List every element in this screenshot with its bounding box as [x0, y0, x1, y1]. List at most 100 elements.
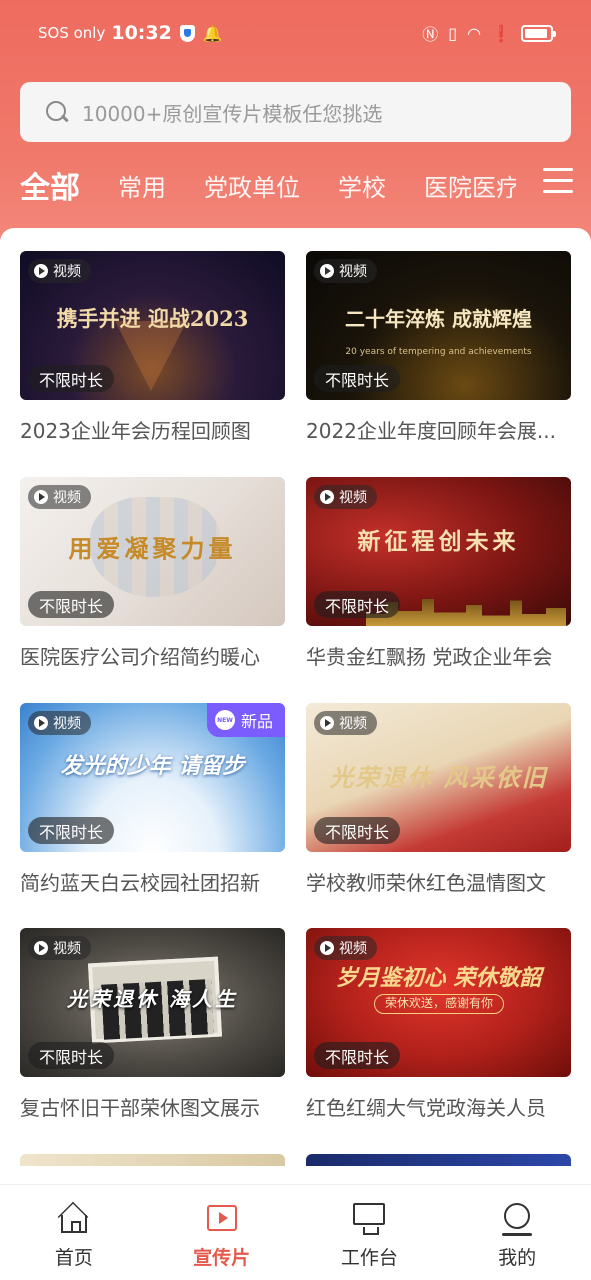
thumbnail-ribbon: 荣休欢送，感谢有你: [374, 994, 504, 1014]
duration-badge: 不限时长: [28, 1042, 115, 1069]
play-icon: [34, 490, 48, 504]
template-thumbnail: 发光的少年 请留步 视频 NEW 新品 不限时长: [20, 703, 285, 852]
play-icon: [34, 941, 48, 955]
duration-badge: 不限时长: [314, 1042, 401, 1069]
tab-all[interactable]: 全部: [20, 163, 80, 207]
template-card[interactable]: 光荣退休 风采依旧 视频 不限时长 学校教师荣休红色温情图文: [306, 703, 571, 896]
tab-hospital[interactable]: 医院医疗: [424, 168, 516, 203]
template-card[interactable]: 用爱凝聚力量 视频 不限时长 医院医疗公司介绍简约暖心: [20, 477, 285, 670]
template-card[interactable]: [306, 1154, 571, 1166]
template-title: 学校教师荣休红色温情图文: [306, 871, 546, 895]
badge-label: 视频: [53, 490, 81, 506]
duration-badge: 不限时长: [314, 365, 401, 392]
search-placeholder: 10000+原创宣传片模板任您挑选: [82, 101, 383, 126]
category-tabs: 全部 常用 党政单位 学校 医院医疗: [0, 160, 591, 210]
template-title: 红色红绸大气党政海关人员: [306, 1096, 546, 1120]
carrier-text: SOS only: [38, 24, 106, 42]
nav-profile[interactable]: 我的: [443, 1185, 591, 1280]
shield-icon: [179, 24, 195, 42]
play-icon: [320, 716, 334, 730]
alert-icon: ❗: [491, 23, 511, 43]
template-title: 医院医疗公司介绍简约暖心: [20, 645, 260, 669]
video-badge: 视频: [28, 711, 91, 735]
profile-icon: [501, 1203, 533, 1236]
template-card[interactable]: 二十年淬炼 成就辉煌 20 years of tempering and ach…: [306, 251, 571, 444]
vibrate-icon: ▯: [448, 23, 458, 43]
nav-home[interactable]: 首页: [0, 1185, 148, 1280]
thumbnail-headline: 光荣退休 风采依旧: [329, 763, 548, 792]
tab-common[interactable]: 常用: [118, 168, 166, 203]
nav-video[interactable]: 宣传片: [148, 1185, 296, 1280]
thumbnail-headline: 新征程创未来: [357, 528, 520, 555]
template-card[interactable]: 携手并进 迎战2023 视频 不限时长 2023企业年会历程回顾图: [20, 251, 285, 444]
template-thumbnail: [306, 1154, 571, 1166]
nav-label: 宣传片: [193, 1247, 251, 1269]
play-icon: [320, 264, 334, 278]
battery-icon: [521, 24, 556, 42]
search-bar[interactable]: 10000+原创宣传片模板任您挑选: [20, 82, 571, 142]
template-card[interactable]: [20, 1154, 285, 1166]
template-card[interactable]: 新征程创未来 视频 不限时长 华贵金红飘扬 党政企业年会: [306, 477, 571, 670]
badge-label: 视频: [53, 941, 81, 957]
duration-badge: 不限时长: [28, 365, 115, 392]
template-thumbnail: [20, 1154, 285, 1166]
template-card[interactable]: 光荣退休 海人生 视频 不限时长 复古怀旧干部荣休图文展示: [20, 928, 285, 1121]
new-icon: NEW: [214, 710, 235, 730]
thumbnail-headline: 携手并进 迎战2023: [56, 306, 249, 331]
template-thumbnail: 携手并进 迎战2023 视频 不限时长: [20, 251, 285, 400]
video-badge: 视频: [314, 936, 377, 960]
menu-icon[interactable]: [543, 168, 573, 198]
thumbnail-headline: 岁月鉴初心 荣休敬韶: [335, 965, 542, 991]
nav-label: 我的: [498, 1247, 537, 1269]
video-badge: 视频: [314, 711, 377, 735]
template-thumbnail: 用爱凝聚力量 视频 不限时长: [20, 477, 285, 626]
new-label: 新品: [240, 712, 273, 731]
template-title: 2022企业年度回顾年会展...: [306, 419, 556, 443]
badge-label: 视频: [339, 941, 367, 957]
template-thumbnail: 光荣退休 风采依旧 视频 不限时长: [306, 703, 571, 852]
search-icon: [46, 101, 68, 123]
play-icon: [320, 490, 334, 504]
nav-label: 工作台: [340, 1247, 398, 1269]
video-badge: 视频: [28, 259, 91, 283]
play-icon: [320, 941, 334, 955]
duration-badge: 不限时长: [314, 591, 401, 618]
home-icon: [58, 1203, 90, 1233]
template-thumbnail: 光荣退休 海人生 视频 不限时长: [20, 928, 285, 1077]
tab-school[interactable]: 学校: [338, 168, 386, 203]
nav-workbench[interactable]: 工作台: [296, 1185, 444, 1280]
tab-party-gov[interactable]: 党政单位: [204, 168, 300, 203]
nfc-icon: Ⓝ: [422, 25, 439, 44]
template-thumbnail: 新征程创未来 视频 不限时长: [306, 477, 571, 626]
template-title: 简约蓝天白云校园社团招新: [20, 871, 260, 895]
template-title: 2023企业年会历程回顾图: [20, 419, 251, 443]
video-badge: 视频: [314, 485, 377, 509]
badge-label: 视频: [53, 264, 81, 280]
video-icon: [206, 1203, 238, 1233]
badge-label: 视频: [339, 264, 367, 280]
bell-icon: 🔔: [202, 23, 223, 43]
template-card[interactable]: 发光的少年 请留步 视频 NEW 新品 不限时长 简约蓝天白云校园社团招新: [20, 703, 285, 896]
monitor-icon: [353, 1203, 386, 1235]
template-title: 华贵金红飘扬 党政企业年会: [306, 645, 553, 669]
template-thumbnail: 岁月鉴初心 荣休敬韶 荣休欢送，感谢有你 视频 不限时长: [306, 928, 571, 1077]
badge-label: 视频: [339, 490, 367, 506]
thumbnail-subtitle: 20 years of tempering and achievements: [345, 347, 532, 357]
thumbnail-headline: 发光的少年 请留步: [60, 753, 245, 779]
status-bar: SOS only 10:32 🔔 Ⓝ ▯ ◠ ❗: [0, 0, 591, 66]
wifi-icon: ◠: [467, 23, 482, 43]
video-badge: 视频: [28, 936, 91, 960]
play-icon: [34, 716, 48, 730]
duration-badge: 不限时长: [28, 591, 115, 618]
template-title: 复古怀旧干部荣休图文展示: [20, 1096, 260, 1120]
template-thumbnail: 二十年淬炼 成就辉煌 20 years of tempering and ach…: [306, 251, 571, 400]
bottom-nav: 首页 宣传片 工作台 我的: [0, 1184, 591, 1280]
template-card[interactable]: 岁月鉴初心 荣休敬韶 荣休欢送，感谢有你 视频 不限时长 红色红绸大气党政海关人…: [306, 928, 571, 1121]
thumbnail-headline: 用爱凝聚力量: [68, 534, 237, 563]
duration-badge: 不限时长: [28, 817, 115, 844]
duration-badge: 不限时长: [314, 817, 401, 844]
badge-label: 视频: [53, 716, 81, 732]
new-badge: NEW 新品: [206, 703, 285, 737]
video-badge: 视频: [314, 259, 377, 283]
play-icon: [34, 264, 48, 278]
